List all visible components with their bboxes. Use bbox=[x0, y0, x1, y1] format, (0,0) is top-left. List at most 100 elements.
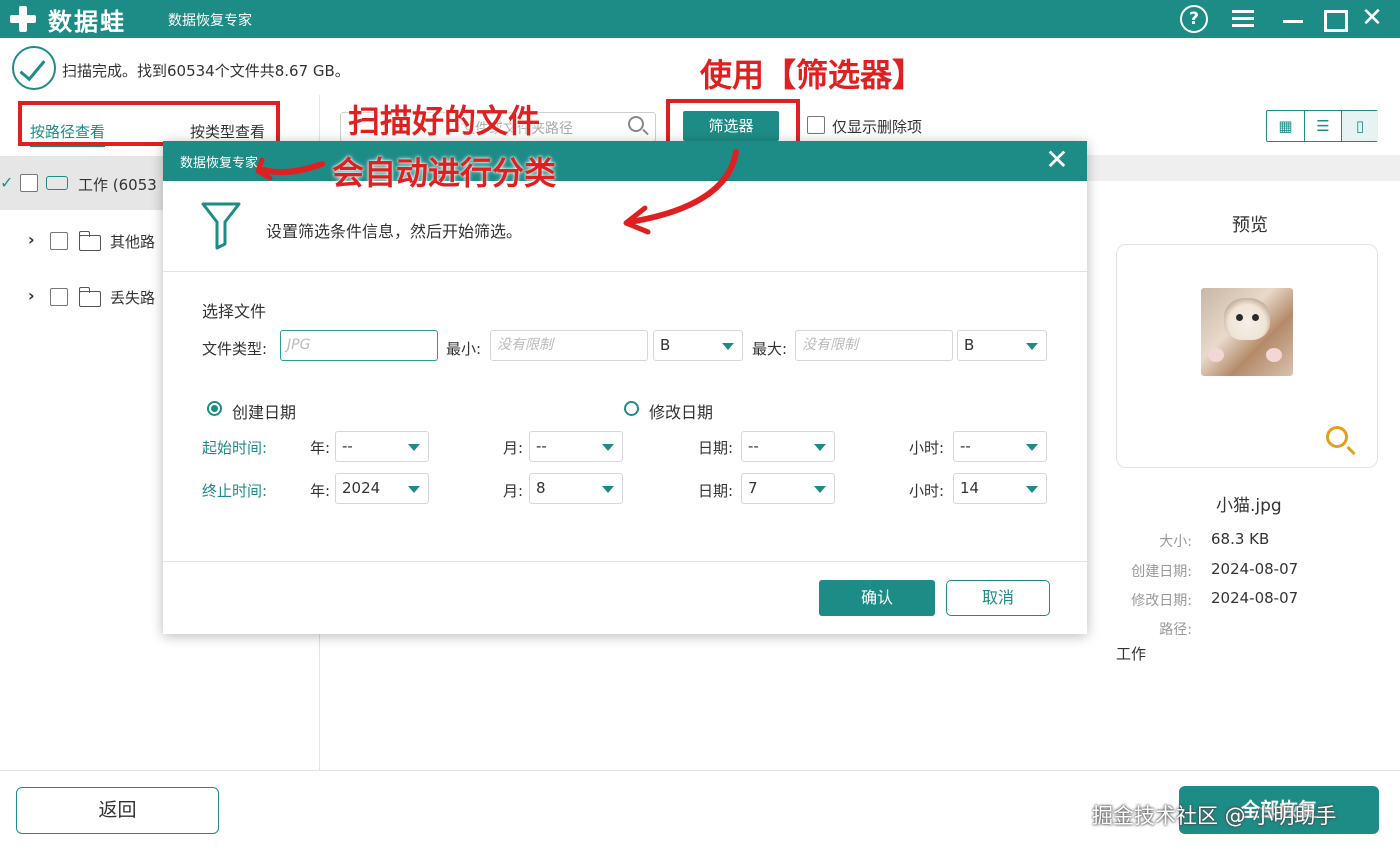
end-time-label: 终止时间: bbox=[202, 482, 268, 500]
dialog-header bbox=[163, 141, 1087, 181]
meta-value-created: 2024-08-07 bbox=[1211, 560, 1299, 578]
grid-view-icon[interactable]: ▦ bbox=[1267, 111, 1304, 141]
maximize-icon[interactable] bbox=[1320, 5, 1348, 33]
app-logo-icon bbox=[10, 6, 36, 32]
view-tabs-highlight bbox=[18, 101, 280, 146]
zoom-icon[interactable] bbox=[1326, 426, 1348, 448]
max-size-label: 最大: bbox=[752, 340, 788, 358]
start-hour-value: -- bbox=[960, 437, 971, 455]
cat-eye bbox=[1236, 314, 1243, 321]
folder-icon bbox=[79, 231, 101, 251]
annotation-auto-sort: 会自动进行分类 bbox=[332, 154, 557, 192]
back-button[interactable]: 返回 bbox=[16, 787, 219, 834]
hour-label: 小时: bbox=[909, 439, 945, 457]
end-month-select[interactable]: 8 bbox=[529, 473, 623, 504]
start-day-value: -- bbox=[748, 437, 759, 455]
chevron-down-icon bbox=[1026, 444, 1038, 451]
end-hour-value: 14 bbox=[960, 479, 980, 497]
dialog-close-icon[interactable]: ✕ bbox=[1042, 145, 1072, 175]
hour-label: 小时: bbox=[909, 482, 945, 500]
meta-value-size: 68.3 KB bbox=[1211, 530, 1270, 548]
start-month-value: -- bbox=[536, 437, 547, 455]
tree-label: 丢失路 bbox=[110, 289, 156, 307]
tree-checkbox[interactable] bbox=[50, 288, 68, 306]
start-year-value: -- bbox=[342, 437, 353, 455]
check-icon: ✓ bbox=[0, 173, 14, 192]
cat-face bbox=[1224, 298, 1270, 340]
max-unit-value: B bbox=[964, 336, 975, 354]
created-date-label: 创建日期 bbox=[232, 403, 297, 422]
chevron-right-icon[interactable]: › bbox=[28, 286, 35, 305]
start-day-select[interactable]: -- bbox=[741, 431, 835, 462]
cat-paw bbox=[1266, 348, 1282, 362]
end-day-value: 7 bbox=[748, 479, 758, 497]
created-date-radio[interactable] bbox=[207, 401, 222, 416]
confirm-button[interactable]: 确认 bbox=[819, 580, 935, 616]
max-size-input[interactable]: 没有限制 bbox=[795, 330, 953, 361]
filter-button-highlight bbox=[666, 99, 800, 147]
cancel-button[interactable]: 取消 bbox=[946, 580, 1050, 616]
chevron-down-icon bbox=[1026, 486, 1038, 493]
start-month-select[interactable]: -- bbox=[529, 431, 623, 462]
chevron-down-icon bbox=[602, 486, 614, 493]
chevron-down-icon bbox=[408, 486, 420, 493]
month-label: 月: bbox=[503, 482, 524, 500]
annotation-scanned-files: 扫描好的文件 bbox=[348, 102, 541, 140]
view-switch: ▦ ☰ ▯ bbox=[1266, 110, 1378, 142]
meta-key-path: 路径: bbox=[1159, 622, 1192, 638]
modified-date-label: 修改日期 bbox=[649, 403, 714, 422]
chevron-down-icon bbox=[408, 444, 420, 451]
folder-icon bbox=[79, 287, 101, 307]
deleted-only-label: 仅显示删除项 bbox=[832, 118, 923, 136]
cat-eye bbox=[1252, 314, 1259, 321]
year-label: 年: bbox=[310, 482, 331, 500]
min-size-input[interactable]: 没有限制 bbox=[490, 330, 648, 361]
chevron-down-icon bbox=[814, 444, 826, 451]
scan-status-text: 扫描完成。找到60534个文件共8.67 GB。 bbox=[62, 62, 350, 80]
start-hour-select[interactable]: -- bbox=[953, 431, 1047, 462]
tree-label: 工作 (6053 bbox=[78, 176, 157, 194]
drive-icon bbox=[46, 176, 68, 190]
chevron-down-icon bbox=[1026, 343, 1038, 350]
year-label: 年: bbox=[310, 439, 331, 457]
min-size-label: 最小: bbox=[446, 340, 482, 358]
list-view-icon[interactable]: ☰ bbox=[1304, 111, 1341, 141]
meta-value-path: 工作 bbox=[1116, 645, 1147, 663]
scan-complete-icon bbox=[12, 46, 56, 90]
close-icon[interactable]: ✕ bbox=[1358, 5, 1386, 33]
tree-checkbox[interactable] bbox=[20, 174, 38, 192]
end-year-value: 2024 bbox=[342, 479, 381, 497]
funnel-icon bbox=[201, 202, 241, 250]
help-icon[interactable]: ? bbox=[1180, 5, 1208, 33]
max-unit-select[interactable]: B bbox=[957, 330, 1047, 361]
chevron-right-icon[interactable]: › bbox=[28, 230, 35, 249]
detail-view-icon[interactable]: ▯ bbox=[1341, 111, 1378, 141]
dialog-title: 数据恢复专家 bbox=[180, 156, 259, 171]
meta-value-modified: 2024-08-07 bbox=[1211, 589, 1299, 607]
preview-file-name: 小猫.jpg bbox=[1216, 496, 1282, 516]
chevron-down-icon bbox=[722, 343, 734, 350]
end-day-select[interactable]: 7 bbox=[741, 473, 835, 504]
min-unit-select[interactable]: B bbox=[653, 330, 743, 361]
end-hour-select[interactable]: 14 bbox=[953, 473, 1047, 504]
tree-checkbox[interactable] bbox=[50, 232, 68, 250]
preview-title: 预览 bbox=[1232, 215, 1268, 236]
day-label: 日期: bbox=[698, 439, 734, 457]
annotation-use-filter: 使用【筛选器】 bbox=[700, 56, 925, 94]
select-file-label: 选择文件 bbox=[202, 302, 267, 321]
meta-key-created: 创建日期: bbox=[1131, 564, 1192, 580]
modified-date-radio[interactable] bbox=[624, 401, 639, 416]
start-year-select[interactable]: -- bbox=[335, 431, 429, 462]
cat-paw bbox=[1208, 348, 1224, 362]
month-label: 月: bbox=[503, 439, 524, 457]
end-year-select[interactable]: 2024 bbox=[335, 473, 429, 504]
file-type-label: 文件类型: bbox=[202, 340, 268, 358]
chevron-down-icon bbox=[602, 444, 614, 451]
file-type-input[interactable]: JPG bbox=[280, 330, 438, 361]
meta-key-modified: 修改日期: bbox=[1131, 593, 1192, 609]
start-time-label: 起始时间: bbox=[202, 439, 268, 457]
deleted-only-checkbox[interactable] bbox=[807, 116, 825, 134]
search-icon[interactable] bbox=[628, 116, 644, 132]
menu-icon[interactable] bbox=[1230, 5, 1258, 33]
minimize-icon[interactable] bbox=[1280, 5, 1308, 33]
